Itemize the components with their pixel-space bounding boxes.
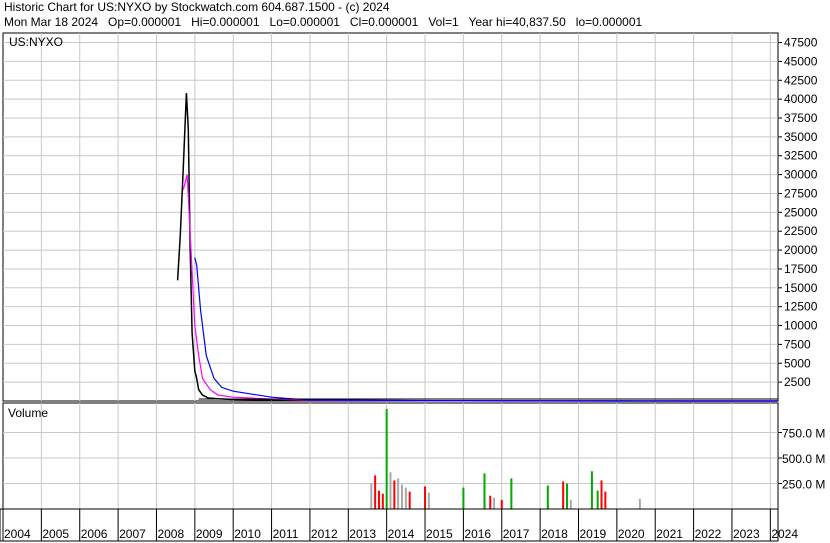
- price-y-tick-label: 32500: [784, 149, 818, 163]
- x-tick-label: 2012: [311, 527, 338, 541]
- volume-bar: [546, 485, 549, 509]
- price-y-tick-label: 12500: [784, 300, 818, 314]
- volume-bar: [565, 483, 568, 509]
- x-tick-label: 2019: [579, 527, 606, 541]
- price-y-tick-label: 17500: [784, 262, 818, 276]
- price-y-tick-label: 22500: [784, 224, 818, 238]
- volume-bar: [385, 409, 388, 509]
- price-y-tick-label: 2500: [784, 375, 811, 389]
- x-tick-label: 2007: [119, 527, 146, 541]
- volume-y-tick-label: 500.0 M: [782, 452, 825, 466]
- volume-bar: [600, 480, 603, 509]
- volume-bar: [381, 493, 384, 509]
- price-panel-title: US:NYXO: [9, 35, 63, 49]
- price-y-tick-label: 10000: [784, 319, 818, 333]
- x-tick-label: 2004: [4, 527, 31, 541]
- x-tick-label: 2020: [618, 527, 645, 541]
- volume-bar: [638, 498, 641, 509]
- volume-bar: [374, 475, 377, 509]
- volume-bar: [562, 481, 565, 509]
- x-tick-label: 2023: [733, 527, 760, 541]
- volume-bar: [397, 478, 400, 509]
- price-panel-frame: [2, 32, 779, 402]
- x-tick-label: 2015: [426, 527, 453, 541]
- price-y-tick-label: 42500: [784, 73, 818, 87]
- chart-canvas: 47500 45000 42500 40000 37500 35000 32500 30000…: [0, 32, 825, 542]
- x-tick-label: 2013: [349, 527, 376, 541]
- volume-bar: [408, 491, 411, 509]
- volume-bar: [377, 490, 380, 509]
- volume-bar: [604, 491, 607, 509]
- x-tick-label: 2006: [81, 527, 108, 541]
- volume-bar: [427, 492, 430, 509]
- x-tick-label: 2010: [234, 527, 261, 541]
- volume-bar: [424, 486, 427, 509]
- volume-bar: [370, 483, 373, 509]
- x-tick-label: 2018: [541, 527, 568, 541]
- price-y-tick-label: 45000: [784, 54, 818, 68]
- x-tick-label: 2022: [695, 527, 722, 541]
- price-y-tick-label: 37500: [784, 111, 818, 125]
- x-tick-label: 2008: [157, 527, 184, 541]
- price-y-tick-label: 25000: [784, 205, 818, 219]
- volume-bar: [393, 480, 396, 509]
- volume-bar: [489, 495, 492, 509]
- price-y-tick-label: 5000: [784, 356, 811, 370]
- volume-bar: [590, 471, 593, 509]
- volume-bar: [462, 487, 465, 509]
- x-tick-label: 2017: [503, 527, 530, 541]
- x-tick-label: 2011: [273, 527, 299, 541]
- price-y-tick-label: 15000: [784, 281, 818, 295]
- volume-bar: [404, 487, 407, 509]
- volume-bar: [500, 499, 503, 509]
- volume-bar: [483, 473, 486, 509]
- volume-panel: 750.0 M 500.0 M 250.0 M Volume: [2, 402, 825, 510]
- volume-y-tick-label: 250.0 M: [782, 478, 825, 492]
- price-y-tick-label: 7500: [784, 337, 811, 351]
- price-y-tick-label: 40000: [784, 92, 818, 106]
- x-tick-label: 2021: [656, 527, 683, 541]
- price-y-tick-label: 27500: [784, 186, 818, 200]
- price-panel: 47500 45000 42500 40000 37500 35000 32500 30000…: [2, 32, 818, 402]
- volume-y-tick-label: 750.0 M: [782, 427, 825, 441]
- volume-bar: [401, 484, 404, 509]
- price-y-tick-label: 30000: [784, 168, 818, 182]
- volume-bar: [596, 490, 599, 509]
- x-tick-label: 2009: [196, 527, 223, 541]
- volume-bar: [493, 497, 496, 509]
- x-tick-label: 2005: [42, 527, 69, 541]
- volume-panel-title: Volume: [8, 406, 48, 420]
- x-axis: 2004 2005 2006 2007 2008 2009 2010 2011 2012 2013…: [0, 508, 798, 542]
- volume-bar: [569, 499, 572, 509]
- price-y-tick-label: 35000: [784, 130, 818, 144]
- x-tick-label: 2024: [771, 527, 798, 541]
- volume-bar: [389, 472, 392, 509]
- price-y-tick-label: 20000: [784, 243, 818, 257]
- x-tick-label: 2014: [388, 527, 415, 541]
- x-tick-label: 2016: [464, 527, 491, 541]
- price-y-tick-label: 47500: [784, 36, 818, 50]
- volume-bar: [510, 478, 513, 509]
